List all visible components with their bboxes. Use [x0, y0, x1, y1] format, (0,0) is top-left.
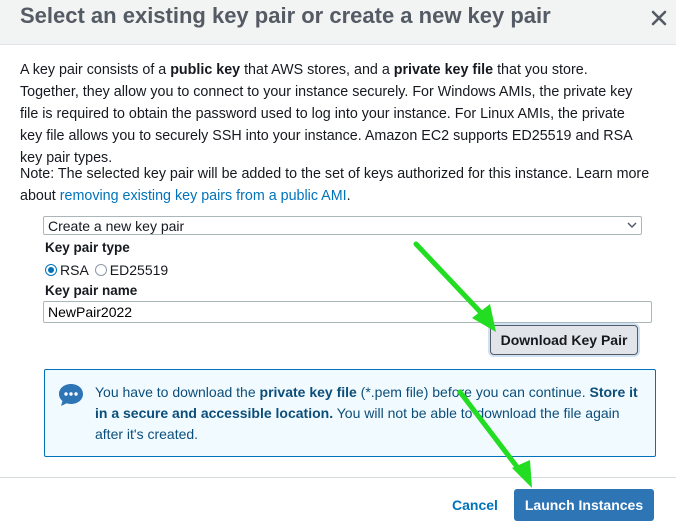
intro-bold-public-key: public key — [170, 62, 241, 78]
dialog-header: Select an existing key pair or create a … — [0, 0, 676, 45]
radio-rsa[interactable] — [45, 264, 57, 276]
dialog-title: Select an existing key pair or create a … — [20, 3, 551, 28]
radio-ed25519-label: ED25519 — [109, 262, 169, 278]
key-pair-select[interactable]: Create a new key pair — [43, 216, 642, 235]
info-text: (*.pem file) before you can continue. — [356, 384, 590, 400]
key-pair-name-label: Key pair name — [45, 283, 138, 298]
key-pair-type-label: Key pair type — [45, 240, 130, 255]
radio-ed25519[interactable] — [94, 264, 107, 276]
intro-text: A key pair consists of a — [20, 62, 171, 78]
download-key-pair-button[interactable]: Download Key Pair — [490, 325, 638, 355]
info-alert-text: You have to download the private key fil… — [95, 382, 640, 445]
intro-text: that AWS stores, and a — [240, 62, 394, 78]
remove-key-pairs-link[interactable]: removing existing key pairs from a publi… — [60, 188, 347, 204]
radio-rsa-label: RSA — [60, 262, 89, 278]
footer-divider — [0, 477, 676, 478]
info-alert: You have to download the private key fil… — [44, 369, 656, 457]
key-pair-select-value: Create a new key pair — [48, 218, 185, 234]
note-end: . — [346, 188, 351, 204]
close-icon[interactable] — [647, 6, 671, 30]
key-pair-name-input[interactable] — [43, 301, 652, 323]
cancel-button[interactable]: Cancel — [452, 497, 498, 513]
intro-bold-private-key: private key file — [393, 62, 494, 78]
chevron-down-icon — [627, 222, 637, 229]
info-bold-private-key: private key file — [259, 384, 357, 400]
intro-paragraph: A key pair consists of a public key that… — [20, 59, 650, 169]
info-text: You have to download the — [95, 384, 260, 400]
note-paragraph: Note: The selected key pair will be adde… — [20, 163, 656, 207]
key-pair-type-radios: RSA ED25519 — [45, 261, 168, 279]
chat-info-icon — [59, 384, 83, 406]
launch-instances-button[interactable]: Launch Instances — [514, 489, 654, 521]
